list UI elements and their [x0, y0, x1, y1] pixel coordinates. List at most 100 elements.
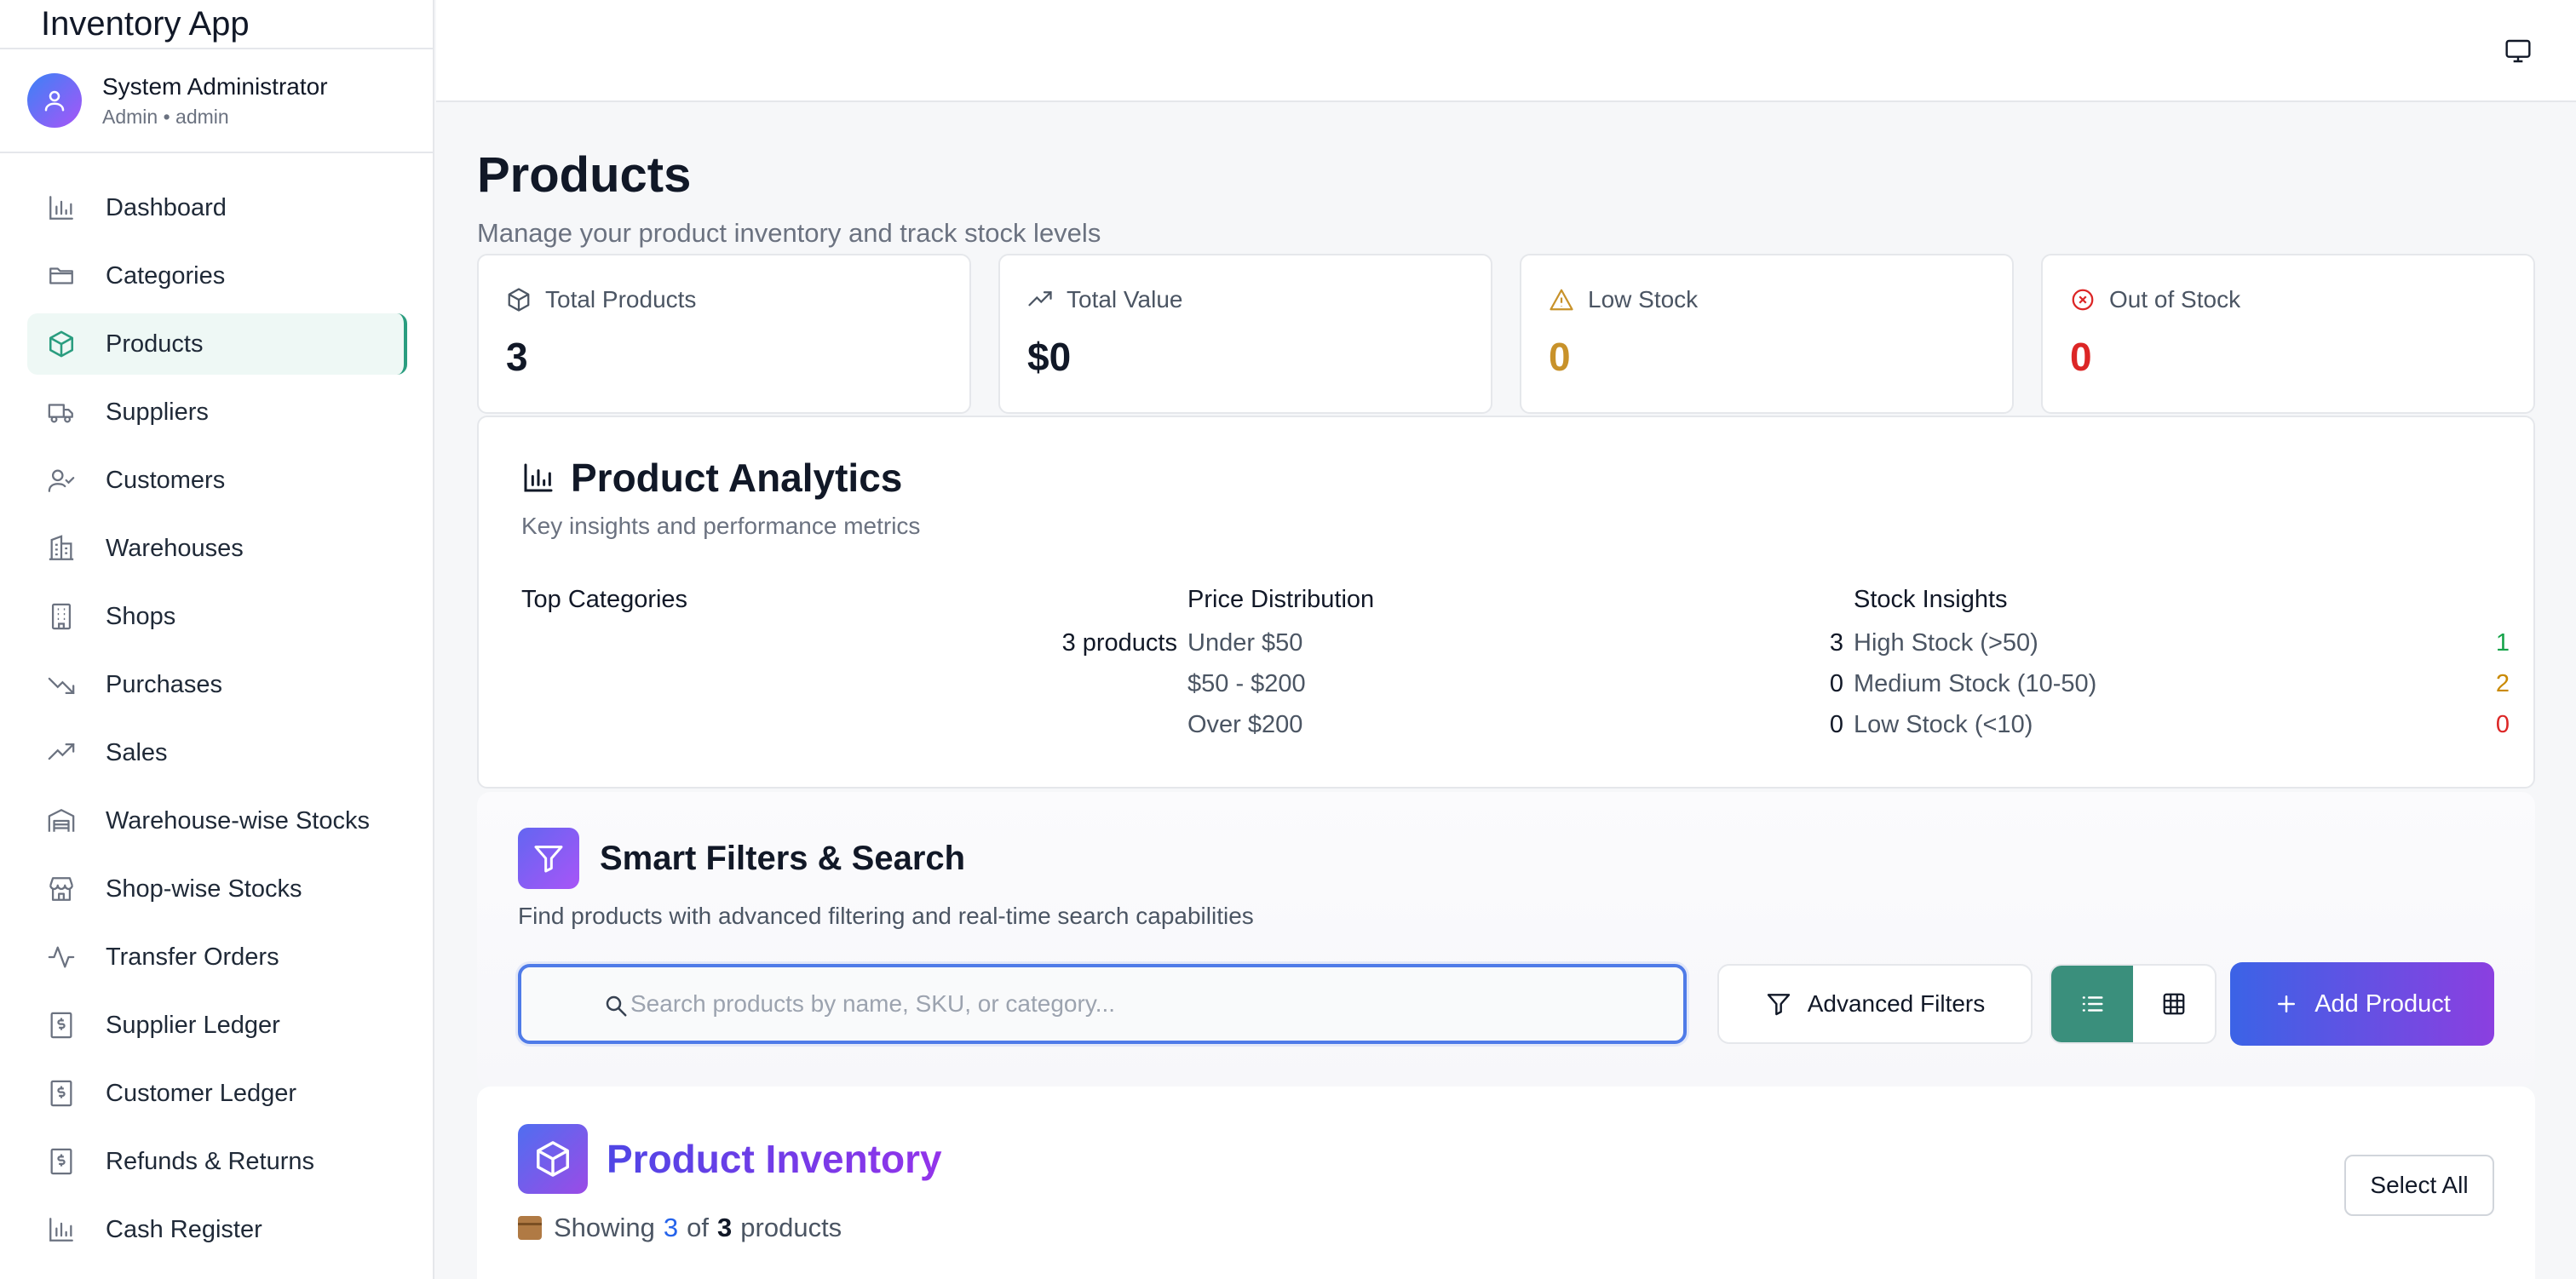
- sidebar-item-products[interactable]: Products: [27, 313, 407, 375]
- building-icon: [46, 533, 77, 564]
- folder-icon: [46, 261, 77, 291]
- stat-card-low-stock: Low Stock 0: [1520, 254, 2014, 414]
- price-range-count: 3: [1829, 629, 1843, 657]
- analytics-title: Product Analytics: [571, 456, 903, 500]
- truck-icon: [46, 397, 77, 427]
- inventory-count: Showing 3 of 3 products: [518, 1213, 842, 1243]
- price-range-count: 0: [1829, 711, 1843, 738]
- column-title: Stock Insights: [1854, 586, 2008, 613]
- price-range-label: Over $200: [1187, 711, 1303, 738]
- top-categories-column: Top Categories 3 products: [521, 586, 1177, 670]
- stat-label: Out of Stock: [2109, 286, 2241, 313]
- sidebar-item-label: Refunds & Returns: [106, 1147, 315, 1175]
- sidebar-item-label: Shops: [106, 602, 176, 630]
- sidebar-nav: Dashboard Categories Products Suppliers …: [27, 177, 407, 1267]
- filter-icon: [1767, 994, 1790, 1016]
- sidebar-item-label: Supplier Ledger: [106, 1011, 280, 1039]
- showing-prefix: Showing: [554, 1213, 655, 1242]
- select-all-button[interactable]: Select All: [2344, 1155, 2494, 1216]
- analytics-subtitle: Key insights and performance metrics: [521, 513, 921, 539]
- user-name: System Administrator: [102, 73, 328, 100]
- sidebar-item-transfer-orders[interactable]: Transfer Orders: [27, 926, 407, 988]
- stat-value: 0: [2070, 335, 2092, 379]
- display-toggle-button[interactable]: [2501, 34, 2535, 68]
- stat-header: Out of Stock: [2070, 286, 2240, 313]
- sidebar-item-label: Sales: [106, 738, 168, 766]
- stock-level-label: Low Stock (<10): [1854, 711, 2033, 738]
- trending-down-icon: [46, 669, 77, 700]
- stock-level-count: 0: [2495, 711, 2510, 738]
- stock-insights-column: Stock Insights High Stock (>50) 1 Medium…: [1854, 586, 2510, 752]
- sidebar-item-categories[interactable]: Categories: [27, 245, 407, 307]
- add-product-label: Add Product: [2314, 989, 2451, 1018]
- stat-label: Total Value: [1067, 286, 1183, 313]
- warehouse-icon: [46, 806, 77, 836]
- user-icon: [44, 90, 65, 112]
- alert-triangle-icon: [1550, 289, 1573, 311]
- app-root: Inventory App System Administrator Admin…: [0, 0, 2576, 1279]
- sidebar-item-purchases[interactable]: Purchases: [27, 654, 407, 715]
- package-icon: [508, 288, 530, 312]
- stat-card-total-value: Total Value $0: [998, 254, 1492, 414]
- product-inventory-panel: Product Inventory Showing 3 of 3 product…: [477, 1087, 2535, 1279]
- search-field[interactable]: [518, 964, 1687, 1044]
- sidebar-item-label: Categories: [106, 261, 226, 290]
- sidebar-item-refunds-returns[interactable]: Refunds & Returns: [27, 1131, 407, 1192]
- smart-filters-panel: Smart Filters & Search Find products wit…: [477, 792, 2535, 1087]
- sidebar-item-customer-ledger[interactable]: Customer Ledger: [27, 1063, 407, 1124]
- analytics-header: Product Analytics: [521, 455, 902, 501]
- stat-card-total-products: Total Products 3: [477, 254, 971, 414]
- stat-value: $0: [1027, 335, 1072, 379]
- page-title: Products: [477, 147, 692, 203]
- column-title: Price Distribution: [1187, 586, 1375, 613]
- stat-label: Low Stock: [1588, 286, 1699, 313]
- dollar-doc-icon: [46, 1010, 77, 1041]
- divider: [0, 48, 433, 49]
- filters-title: Smart Filters & Search: [600, 840, 966, 877]
- advanced-filters-button[interactable]: Advanced Filters: [1717, 964, 2033, 1044]
- sidebar-item-label: Products: [106, 330, 204, 358]
- column-title: Top Categories: [521, 586, 688, 613]
- sidebar-item-dashboard[interactable]: Dashboard: [27, 177, 407, 238]
- plus-icon: [2278, 995, 2296, 1012]
- sidebar-item-suppliers[interactable]: Suppliers: [27, 381, 407, 443]
- sidebar-item-sales[interactable]: Sales: [27, 722, 407, 783]
- price-distribution-column: Price Distribution Under $50 3 $50 - $20…: [1187, 586, 1843, 752]
- grid-view-button[interactable]: [2133, 966, 2215, 1042]
- sidebar-item-warehouse-wise-stocks[interactable]: Warehouse-wise Stocks: [27, 790, 407, 852]
- sidebar-item-shop-wise-stocks[interactable]: Shop-wise Stocks: [27, 858, 407, 920]
- sidebar-item-customers[interactable]: Customers: [27, 450, 407, 511]
- sidebar-item-supplier-ledger[interactable]: Supplier Ledger: [27, 995, 407, 1056]
- store-icon: [46, 874, 77, 904]
- trending-up-icon: [46, 737, 77, 768]
- stock-level-count: 1: [2495, 629, 2510, 657]
- of-word: of: [687, 1213, 710, 1242]
- search-icon: [606, 995, 627, 1017]
- sidebar-item-cash-register[interactable]: Cash Register: [27, 1199, 407, 1260]
- user-profile[interactable]: System Administrator Admin • admin: [26, 65, 417, 140]
- sidebar-item-label: Dashboard: [106, 193, 227, 221]
- category-row: 3 products: [521, 629, 1177, 670]
- sidebar-item-label: Cash Register: [106, 1215, 262, 1243]
- sidebar-item-shops[interactable]: Shops: [27, 586, 407, 647]
- list-view-button[interactable]: [2051, 966, 2133, 1042]
- sidebar-item-label: Warehouses: [106, 534, 244, 562]
- advanced-filters-label: Advanced Filters: [1807, 990, 1986, 1017]
- products-suffix: products: [740, 1213, 842, 1242]
- dollar-doc-icon: [46, 1078, 77, 1109]
- activity-icon: [46, 942, 77, 972]
- trending-up-icon: [1028, 291, 1052, 307]
- package-icon: [518, 1124, 588, 1194]
- stat-card-out-of-stock: Out of Stock 0: [2041, 254, 2535, 414]
- top-bar: [436, 0, 2576, 102]
- search-input[interactable]: [598, 990, 1683, 1018]
- add-product-button[interactable]: Add Product: [2230, 962, 2494, 1046]
- sidebar-item-label: Warehouse-wise Stocks: [106, 806, 370, 835]
- sidebar-item-label: Customers: [106, 466, 226, 494]
- building-2-icon: [46, 601, 77, 632]
- user-role: Admin • admin: [102, 106, 229, 128]
- list-icon: [2082, 996, 2103, 1012]
- view-mode-toggle: [2050, 964, 2217, 1044]
- stock-row: High Stock (>50) 1: [1854, 629, 2510, 670]
- sidebar-item-warehouses[interactable]: Warehouses: [27, 518, 407, 579]
